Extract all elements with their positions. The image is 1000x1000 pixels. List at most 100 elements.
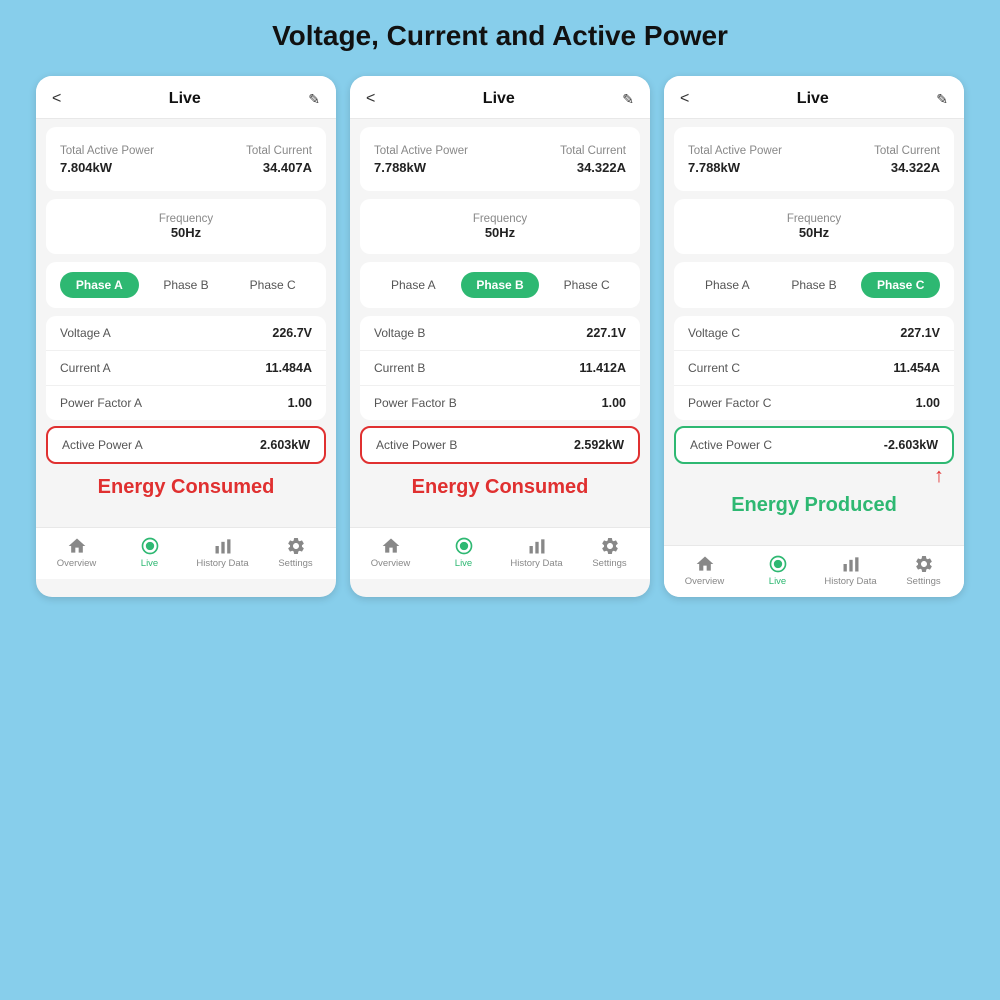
bottom-nav: Overview Live History Data Settings (350, 527, 650, 579)
metric-row-1: Current C 11.454A (674, 351, 954, 386)
active-power-row: Active Power C -2.603kW (674, 426, 954, 464)
nav-item-overview[interactable]: Overview (668, 554, 741, 587)
frequency-section: Frequency 50Hz (674, 199, 954, 254)
phase-tab-phase-c[interactable]: Phase C (861, 272, 940, 298)
page-title: Voltage, Current and Active Power (272, 20, 728, 52)
header-title: Live (483, 90, 515, 108)
annotation-label: Energy Produced (674, 492, 954, 519)
edit-button[interactable]: ✎ (936, 91, 948, 108)
active-power-value: 2.603kW (260, 438, 310, 452)
phase-tab-phase-c[interactable]: Phase C (547, 272, 626, 298)
phone-header: < Live ✎ (664, 76, 964, 119)
frequency-section: Frequency 50Hz (46, 199, 326, 254)
metric-label: Voltage A (60, 326, 111, 340)
power-current-row: Total Active Power 7.804kW Total Current… (60, 137, 312, 181)
metric-row-0: Voltage A 226.7V (46, 316, 326, 351)
nav-label: Live (455, 558, 472, 569)
total-current-label: Total Current (246, 145, 312, 157)
metric-value: 227.1V (900, 326, 940, 340)
metrics-section: Voltage B 227.1V Current B 11.412A Power… (360, 316, 640, 420)
nav-item-history-data[interactable]: History Data (814, 554, 887, 587)
power-current-row: Total Active Power 7.788kW Total Current… (374, 137, 626, 181)
total-active-power: Total Active Power 7.788kW (374, 141, 468, 177)
active-power-label: Active Power C (690, 438, 772, 452)
phone-0: < Live ✎ Total Active Power 7.804kW Tota… (36, 76, 336, 597)
phase-tab-phase-b[interactable]: Phase B (461, 272, 540, 298)
total-current-value: 34.407A (263, 160, 312, 175)
active-power-row: Active Power B 2.592kW (360, 426, 640, 464)
metric-value: 227.1V (586, 326, 626, 340)
phase-tab-phase-a[interactable]: Phase A (688, 272, 767, 298)
total-active-power-label: Total Active Power (688, 145, 782, 157)
settings-icon (914, 554, 934, 574)
nav-item-overview[interactable]: Overview (40, 536, 113, 569)
phone-body: Total Active Power 7.788kW Total Current… (350, 127, 650, 579)
nav-item-settings[interactable]: Settings (573, 536, 646, 569)
total-active-power-value: 7.788kW (688, 160, 740, 175)
back-button[interactable]: < (366, 90, 375, 108)
phase-tab-phase-a[interactable]: Phase A (374, 272, 453, 298)
metric-label: Current C (688, 361, 740, 375)
home-icon (67, 536, 87, 556)
back-button[interactable]: < (52, 90, 61, 108)
history-data-icon (213, 536, 233, 556)
nav-item-live[interactable]: Live (427, 536, 500, 569)
total-active-power: Total Active Power 7.804kW (60, 141, 154, 177)
metric-row-2: Power Factor A 1.00 (46, 386, 326, 420)
phone-header: < Live ✎ (350, 76, 650, 119)
nav-item-overview[interactable]: Overview (354, 536, 427, 569)
back-button[interactable]: < (680, 90, 689, 108)
metric-row-2: Power Factor B 1.00 (360, 386, 640, 420)
metric-value: 1.00 (602, 396, 626, 410)
nav-item-settings[interactable]: Settings (887, 554, 960, 587)
metric-value: 11.412A (579, 361, 626, 375)
phase-tabs: Phase A Phase B Phase C (46, 262, 326, 308)
frequency-value: 50Hz (688, 225, 940, 240)
phase-tab-phase-b[interactable]: Phase B (147, 272, 226, 298)
metric-label: Power Factor C (688, 396, 771, 410)
metric-row-0: Voltage B 227.1V (360, 316, 640, 351)
power-current-row: Total Active Power 7.788kW Total Current… (688, 137, 940, 181)
phones-container: < Live ✎ Total Active Power 7.804kW Tota… (20, 76, 980, 597)
metrics-section: Voltage C 227.1V Current C 11.454A Power… (674, 316, 954, 420)
metric-label: Voltage C (688, 326, 740, 340)
bottom-nav: Overview Live History Data Settings (664, 545, 964, 597)
history-data-icon (527, 536, 547, 556)
total-current-label: Total Current (874, 145, 940, 157)
total-active-power-value: 7.788kW (374, 160, 426, 175)
metric-label: Current B (374, 361, 425, 375)
frequency-section: Frequency 50Hz (360, 199, 640, 254)
nav-item-live[interactable]: Live (113, 536, 186, 569)
nav-label: Settings (278, 558, 312, 569)
home-icon (381, 536, 401, 556)
home-icon (695, 554, 715, 574)
nav-item-history-data[interactable]: History Data (500, 536, 573, 569)
phase-tab-phase-c[interactable]: Phase C (233, 272, 312, 298)
nav-label: Overview (57, 558, 97, 569)
metric-row-0: Voltage C 227.1V (674, 316, 954, 351)
metric-value: 1.00 (916, 396, 940, 410)
metric-value: 11.484A (265, 361, 312, 375)
total-current-value: 34.322A (577, 160, 626, 175)
nav-item-history-data[interactable]: History Data (186, 536, 259, 569)
nav-label: History Data (510, 558, 562, 569)
phase-tabs: Phase A Phase B Phase C (360, 262, 640, 308)
active-power-label: Active Power A (62, 438, 143, 452)
metric-row-2: Power Factor C 1.00 (674, 386, 954, 420)
nav-item-live[interactable]: Live (741, 554, 814, 587)
active-power-value: 2.592kW (574, 438, 624, 452)
phone-2: < Live ✎ Total Active Power 7.788kW Tota… (664, 76, 964, 597)
annotation-label: Energy Consumed (46, 474, 326, 501)
phase-tab-phase-a[interactable]: Phase A (60, 272, 139, 298)
edit-button[interactable]: ✎ (308, 91, 320, 108)
nav-item-settings[interactable]: Settings (259, 536, 332, 569)
edit-button[interactable]: ✎ (622, 91, 634, 108)
settings-icon (286, 536, 306, 556)
total-current: Total Current 34.407A (246, 141, 312, 177)
frequency-value: 50Hz (60, 225, 312, 240)
power-current-section: Total Active Power 7.788kW Total Current… (674, 127, 954, 191)
total-active-power-label: Total Active Power (60, 145, 154, 157)
frequency-label: Frequency (688, 213, 940, 225)
live-icon (768, 554, 788, 574)
phase-tab-phase-b[interactable]: Phase B (775, 272, 854, 298)
